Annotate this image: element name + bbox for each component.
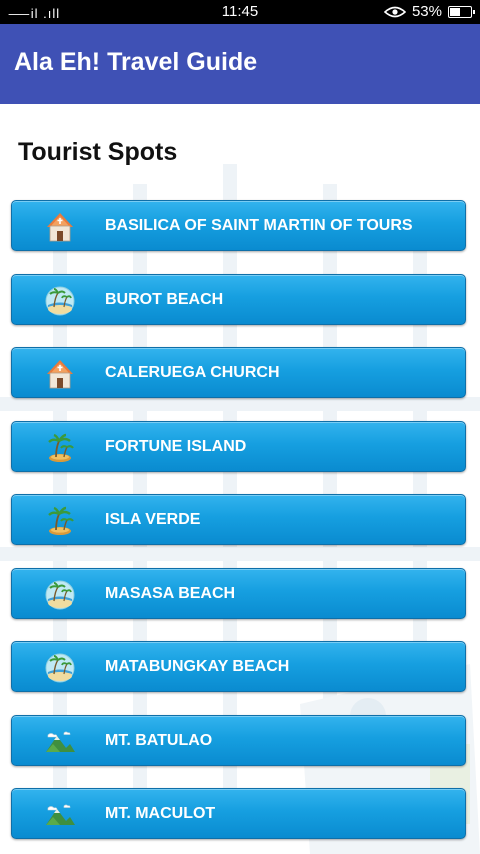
spot-button[interactable]: FORTUNE ISLAND bbox=[11, 420, 466, 472]
spot-button-label: MASASA BEACH bbox=[105, 584, 236, 602]
palm-island-icon bbox=[44, 505, 76, 537]
spot-button-label: MT. BATULAO bbox=[105, 731, 213, 749]
church-icon bbox=[44, 358, 76, 390]
battery-fill bbox=[450, 7, 461, 16]
battery-icon bbox=[448, 5, 475, 18]
spot-button[interactable]: MT. MACULOT bbox=[11, 788, 466, 839]
spot-button[interactable]: ISLA VERDE bbox=[11, 494, 466, 545]
battery-percent: 53% bbox=[411, 3, 442, 20]
spot-button[interactable]: MASASA BEACH bbox=[11, 567, 466, 619]
eye-icon bbox=[383, 6, 406, 17]
spot-button[interactable]: BASILICA OF SAINT MARTIN OF TOURS bbox=[11, 200, 466, 251]
status-bar: ⸺il .ıll 11:45 53% bbox=[0, 0, 480, 24]
spot-button-label: MATABUNGKAY BEACH bbox=[105, 658, 290, 675]
spot-button-label: BUROT BEACH bbox=[105, 290, 224, 308]
palm-island-icon bbox=[44, 432, 76, 464]
content-area[interactable]: Tourist Spots BASILICA OF SAINT MARTIN O… bbox=[0, 104, 480, 854]
section-title: Tourist Spots bbox=[18, 138, 178, 166]
spot-button[interactable]: BUROT BEACH bbox=[11, 273, 466, 325]
app-title: Ala Eh! Travel Guide bbox=[14, 48, 258, 76]
church-icon bbox=[44, 211, 76, 243]
spot-button[interactable]: MATABUNGKAY BEACH bbox=[11, 641, 466, 692]
beach-globe-icon bbox=[44, 652, 76, 684]
beach-globe-icon bbox=[44, 285, 76, 317]
spot-button[interactable]: CALERUEGA CHURCH bbox=[11, 347, 466, 398]
mountain-icon bbox=[44, 799, 76, 831]
spot-button-label: FORTUNE ISLAND bbox=[105, 437, 247, 455]
mountain-icon bbox=[44, 726, 76, 758]
spot-button-label: BASILICA OF SAINT MARTIN OF TOURS bbox=[105, 217, 413, 234]
spot-button-label: ISLA VERDE bbox=[105, 511, 201, 528]
spot-button-label: CALERUEGA CHURCH bbox=[105, 364, 280, 381]
beach-globe-icon bbox=[44, 579, 76, 611]
spot-button-label: MT. MACULOT bbox=[105, 805, 216, 822]
app-bar: Ala Eh! Travel Guide bbox=[0, 24, 480, 104]
spot-button[interactable]: MT. BATULAO bbox=[11, 714, 466, 766]
status-right-group: 53% bbox=[383, 3, 475, 20]
